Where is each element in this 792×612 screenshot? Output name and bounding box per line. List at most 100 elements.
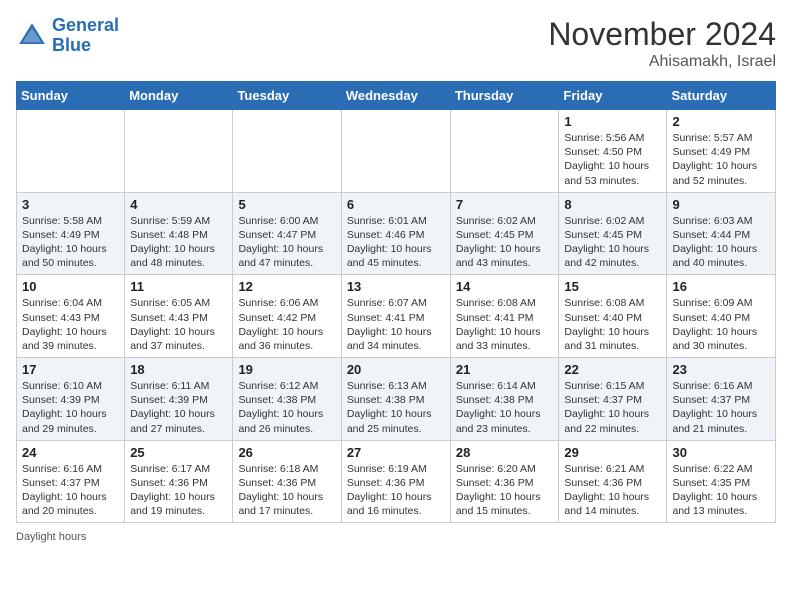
footer: Daylight hours xyxy=(16,531,776,543)
calendar-cell xyxy=(450,110,559,193)
day-info: Sunrise: 6:19 AM Sunset: 4:36 PM Dayligh… xyxy=(347,462,445,519)
calendar-cell: 17 Sunrise: 6:10 AM Sunset: 4:39 PM Dayli… xyxy=(17,358,125,441)
calendar-cell xyxy=(17,110,125,193)
calendar-week-row: 1 Sunrise: 5:56 AM Sunset: 4:50 PM Daylig… xyxy=(17,110,776,193)
day-number: 27 xyxy=(347,445,445,460)
day-number: 4 xyxy=(130,197,227,212)
calendar-cell: 30Sunrise: 6:22 AM Sunset: 4:35 PM Dayli… xyxy=(667,440,776,523)
calendar-cell: 14 Sunrise: 6:08 AM Sunset: 4:41 PM Dayli… xyxy=(450,275,559,358)
day-number: 9 xyxy=(672,197,770,212)
day-info: Sunrise: 6:16 AM Sunset: 4:37 PM Dayligh… xyxy=(22,462,119,519)
day-info: Sunrise: 6:08 AM Sunset: 4:41 PM Dayligh… xyxy=(456,296,554,353)
day-number: 20 xyxy=(347,362,445,377)
day-number: 22 xyxy=(564,362,661,377)
day-number: 3 xyxy=(22,197,119,212)
day-number: 21 xyxy=(456,362,554,377)
day-number: 17 xyxy=(22,362,119,377)
calendar-cell: 9 Sunrise: 6:03 AM Sunset: 4:44 PM Daylig… xyxy=(667,192,776,275)
day-info: Sunrise: 6:04 AM Sunset: 4:43 PM Dayligh… xyxy=(22,296,119,353)
day-number: 29 xyxy=(564,445,661,460)
daylight-label: Daylight hours xyxy=(16,531,86,543)
day-number: 10 xyxy=(22,279,119,294)
calendar-cell xyxy=(125,110,233,193)
calendar-cell: 1 Sunrise: 5:56 AM Sunset: 4:50 PM Daylig… xyxy=(559,110,667,193)
weekday-header: Saturday xyxy=(667,82,776,110)
day-info: Sunrise: 6:15 AM Sunset: 4:37 PM Dayligh… xyxy=(564,379,661,436)
weekday-header: Sunday xyxy=(17,82,125,110)
day-number: 25 xyxy=(130,445,227,460)
day-number: 14 xyxy=(456,279,554,294)
weekday-header: Monday xyxy=(125,82,233,110)
calendar-cell: 27 Sunrise: 6:19 AM Sunset: 4:36 PM Dayli… xyxy=(341,440,450,523)
day-info: Sunrise: 6:10 AM Sunset: 4:39 PM Dayligh… xyxy=(22,379,119,436)
day-info: Sunrise: 6:02 AM Sunset: 4:45 PM Dayligh… xyxy=(564,214,661,271)
day-number: 26 xyxy=(238,445,335,460)
day-info: Sunrise: 6:13 AM Sunset: 4:38 PM Dayligh… xyxy=(347,379,445,436)
calendar-cell: 19 Sunrise: 6:12 AM Sunset: 4:38 PM Dayli… xyxy=(233,358,341,441)
logo-icon xyxy=(16,20,48,52)
day-number: 16 xyxy=(672,279,770,294)
calendar-week-row: 10 Sunrise: 6:04 AM Sunset: 4:43 PM Dayli… xyxy=(17,275,776,358)
month-title: November 2024 xyxy=(548,16,776,53)
day-number: 28 xyxy=(456,445,554,460)
day-number: 19 xyxy=(238,362,335,377)
day-info: Sunrise: 6:12 AM Sunset: 4:38 PM Dayligh… xyxy=(238,379,335,436)
calendar-cell: 11 Sunrise: 6:05 AM Sunset: 4:43 PM Dayli… xyxy=(125,275,233,358)
day-info: Sunrise: 5:56 AM Sunset: 4:50 PM Dayligh… xyxy=(564,131,661,188)
title-block: November 2024 Ahisamakh, Israel xyxy=(548,16,776,71)
day-number: 18 xyxy=(130,362,227,377)
day-info: Sunrise: 6:08 AM Sunset: 4:40 PM Dayligh… xyxy=(564,296,661,353)
day-info: Sunrise: 6:11 AM Sunset: 4:39 PM Dayligh… xyxy=(130,379,227,436)
calendar-cell: 6 Sunrise: 6:01 AM Sunset: 4:46 PM Daylig… xyxy=(341,192,450,275)
calendar-cell xyxy=(341,110,450,193)
day-info: Sunrise: 6:20 AM Sunset: 4:36 PM Dayligh… xyxy=(456,462,554,519)
day-info: Sunrise: 6:05 AM Sunset: 4:43 PM Dayligh… xyxy=(130,296,227,353)
day-info: Sunrise: 6:06 AM Sunset: 4:42 PM Dayligh… xyxy=(238,296,335,353)
day-info: Sunrise: 6:01 AM Sunset: 4:46 PM Dayligh… xyxy=(347,214,445,271)
location-title: Ahisamakh, Israel xyxy=(548,53,776,71)
day-number: 15 xyxy=(564,279,661,294)
day-number: 6 xyxy=(347,197,445,212)
weekday-header: Tuesday xyxy=(233,82,341,110)
calendar-cell: 25Sunrise: 6:17 AM Sunset: 4:36 PM Dayli… xyxy=(125,440,233,523)
weekday-header: Friday xyxy=(559,82,667,110)
calendar-cell: 21 Sunrise: 6:14 AM Sunset: 4:38 PM Dayli… xyxy=(450,358,559,441)
day-number: 1 xyxy=(564,114,661,129)
calendar-cell: 22 Sunrise: 6:15 AM Sunset: 4:37 PM Dayli… xyxy=(559,358,667,441)
calendar-cell: 15 Sunrise: 6:08 AM Sunset: 4:40 PM Dayli… xyxy=(559,275,667,358)
day-info: Sunrise: 5:59 AM Sunset: 4:48 PM Dayligh… xyxy=(130,214,227,271)
day-info: Sunrise: 6:03 AM Sunset: 4:44 PM Dayligh… xyxy=(672,214,770,271)
calendar-cell: 26 Sunrise: 6:18 AM Sunset: 4:36 PM Dayli… xyxy=(233,440,341,523)
calendar-cell: 16 Sunrise: 6:09 AM Sunset: 4:40 PM Dayli… xyxy=(667,275,776,358)
day-info: Sunrise: 5:57 AM Sunset: 4:49 PM Dayligh… xyxy=(672,131,770,188)
calendar-cell: 7Sunrise: 6:02 AM Sunset: 4:45 PM Daylig… xyxy=(450,192,559,275)
day-info: Sunrise: 6:22 AM Sunset: 4:35 PM Dayligh… xyxy=(672,462,770,519)
day-info: Sunrise: 6:09 AM Sunset: 4:40 PM Dayligh… xyxy=(672,296,770,353)
calendar-cell: 2Sunrise: 5:57 AM Sunset: 4:49 PM Daylig… xyxy=(667,110,776,193)
day-info: Sunrise: 6:07 AM Sunset: 4:41 PM Dayligh… xyxy=(347,296,445,353)
day-number: 11 xyxy=(130,279,227,294)
logo-text: General Blue xyxy=(52,16,119,56)
calendar-cell: 8Sunrise: 6:02 AM Sunset: 4:45 PM Daylig… xyxy=(559,192,667,275)
day-info: Sunrise: 6:18 AM Sunset: 4:36 PM Dayligh… xyxy=(238,462,335,519)
calendar-cell: 3 Sunrise: 5:58 AM Sunset: 4:49 PM Daylig… xyxy=(17,192,125,275)
page-header: General Blue November 2024 Ahisamakh, Is… xyxy=(16,16,776,71)
day-number: 23 xyxy=(672,362,770,377)
day-info: Sunrise: 6:16 AM Sunset: 4:37 PM Dayligh… xyxy=(672,379,770,436)
calendar-cell: 12Sunrise: 6:06 AM Sunset: 4:42 PM Dayli… xyxy=(233,275,341,358)
calendar-cell: 20 Sunrise: 6:13 AM Sunset: 4:38 PM Dayli… xyxy=(341,358,450,441)
calendar-week-row: 24Sunrise: 6:16 AM Sunset: 4:37 PM Dayli… xyxy=(17,440,776,523)
weekday-header: Wednesday xyxy=(341,82,450,110)
logo: General Blue xyxy=(16,16,119,56)
weekday-header: Thursday xyxy=(450,82,559,110)
calendar-cell: 5Sunrise: 6:00 AM Sunset: 4:47 PM Daylig… xyxy=(233,192,341,275)
calendar-week-row: 3 Sunrise: 5:58 AM Sunset: 4:49 PM Daylig… xyxy=(17,192,776,275)
calendar-table: SundayMondayTuesdayWednesdayThursdayFrid… xyxy=(16,81,776,523)
day-info: Sunrise: 6:14 AM Sunset: 4:38 PM Dayligh… xyxy=(456,379,554,436)
calendar-cell: 10 Sunrise: 6:04 AM Sunset: 4:43 PM Dayli… xyxy=(17,275,125,358)
day-info: Sunrise: 6:00 AM Sunset: 4:47 PM Dayligh… xyxy=(238,214,335,271)
day-info: Sunrise: 5:58 AM Sunset: 4:49 PM Dayligh… xyxy=(22,214,119,271)
calendar-cell: 4 Sunrise: 5:59 AM Sunset: 4:48 PM Daylig… xyxy=(125,192,233,275)
weekday-header-row: SundayMondayTuesdayWednesdayThursdayFrid… xyxy=(17,82,776,110)
day-number: 13 xyxy=(347,279,445,294)
